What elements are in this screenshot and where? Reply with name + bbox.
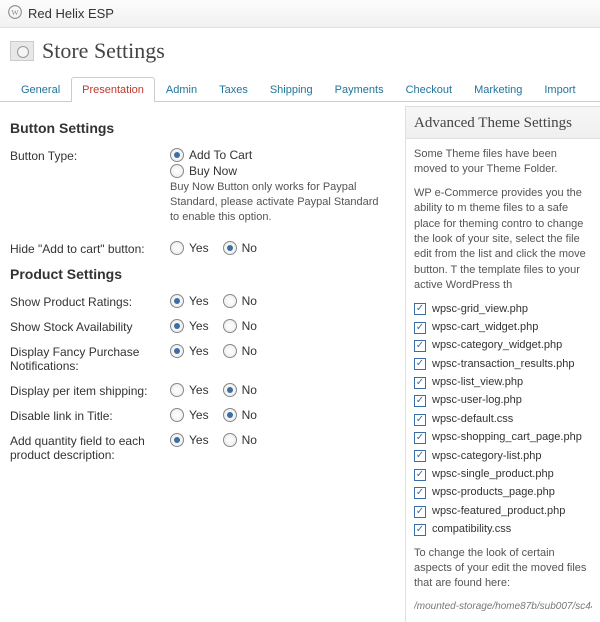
advanced-path: /mounted-storage/home87b/sub007/sc44508- xyxy=(414,600,592,614)
stockAvail-yes[interactable] xyxy=(170,319,184,333)
theme-file-row: wpsc-grid_view.php xyxy=(414,302,592,317)
file-name: wpsc-category-list.php xyxy=(432,449,541,464)
file-checkbox[interactable] xyxy=(414,303,426,315)
disableLink-label: Disable link in Title: xyxy=(10,408,170,423)
hide-atc-no[interactable] xyxy=(223,241,237,255)
stockAvail-label: Show Stock Availability xyxy=(10,319,170,334)
theme-file-row: wpsc-cart_widget.php xyxy=(414,320,592,335)
hide-atc-yes[interactable] xyxy=(170,241,184,255)
hide-add-to-cart-row: Hide "Add to cart" button: Yes No xyxy=(10,241,397,256)
advanced-theme-heading: Advanced Theme Settings xyxy=(406,106,600,139)
advanced-theme-panel: Advanced Theme Settings Some Theme files… xyxy=(405,106,600,622)
product-row-stockAvail: Show Stock AvailabilityYesNo xyxy=(10,319,397,334)
file-name: wpsc-list_view.php xyxy=(432,375,523,390)
file-checkbox[interactable] xyxy=(414,322,426,334)
radio-add-to-cart-label: Add To Cart xyxy=(189,148,252,162)
theme-file-row: wpsc-shopping_cart_page.php xyxy=(414,430,592,445)
wordpress-logo-icon: W xyxy=(8,5,22,22)
file-name: wpsc-shopping_cart_page.php xyxy=(432,430,582,445)
button-type-note: Buy Now Button only works for Paypal Sta… xyxy=(170,180,380,225)
svg-text:W: W xyxy=(11,8,19,17)
theme-file-row: wpsc-single_product.php xyxy=(414,467,592,482)
theme-file-row: wpsc-default.css xyxy=(414,412,592,427)
site-name[interactable]: Red Helix ESP xyxy=(28,6,114,21)
file-checkbox[interactable] xyxy=(414,358,426,370)
tab-presentation[interactable]: Presentation xyxy=(71,77,155,102)
tab-general[interactable]: General xyxy=(10,77,71,102)
radio-buy-now[interactable] xyxy=(170,164,184,178)
file-checkbox[interactable] xyxy=(414,506,426,518)
theme-file-row: wpsc-list_view.php xyxy=(414,375,592,390)
file-name: wpsc-grid_view.php xyxy=(432,302,528,317)
disableLink-no[interactable] xyxy=(223,408,237,422)
product-row-perItemShip: Display per item shipping:YesNo xyxy=(10,383,397,398)
file-checkbox[interactable] xyxy=(414,432,426,444)
tab-import[interactable]: Import xyxy=(533,77,586,102)
file-name: wpsc-category_widget.php xyxy=(432,338,562,353)
product-row-qtyField: Add quantity field to each product descr… xyxy=(10,433,397,462)
theme-file-row: wpsc-category_widget.php xyxy=(414,338,592,353)
radio-buy-now-label: Buy Now xyxy=(189,164,237,178)
file-checkbox[interactable] xyxy=(414,524,426,536)
advanced-intro-1: Some Theme files have been moved to your… xyxy=(414,147,592,178)
theme-file-row: compatibility.css xyxy=(414,522,592,537)
showRatings-yes[interactable] xyxy=(170,294,184,308)
button-type-row: Button Type: Add To Cart Buy Now Buy Now… xyxy=(10,148,397,225)
file-name: wpsc-products_page.php xyxy=(432,485,555,500)
perItemShip-yes[interactable] xyxy=(170,383,184,397)
tab-checkout[interactable]: Checkout xyxy=(395,77,463,102)
tab-marketing[interactable]: Marketing xyxy=(463,77,533,102)
theme-file-row: wpsc-products_page.php xyxy=(414,485,592,500)
hide-add-to-cart-label: Hide "Add to cart" button: xyxy=(10,241,170,256)
file-name: wpsc-single_product.php xyxy=(432,467,554,482)
disableLink-yes[interactable] xyxy=(170,408,184,422)
product-row-fancyNotif: Display Fancy Purchase Notifications:Yes… xyxy=(10,344,397,373)
button-type-label: Button Type: xyxy=(10,148,170,225)
advanced-intro-2: WP e-Commerce provides you the ability t… xyxy=(414,186,592,294)
fancyNotif-yes[interactable] xyxy=(170,344,184,358)
store-settings-icon xyxy=(10,41,34,61)
product-row-showRatings: Show Product Ratings:YesNo xyxy=(10,294,397,309)
qtyField-yes[interactable] xyxy=(170,433,184,447)
file-name: wpsc-transaction_results.php xyxy=(432,357,574,372)
perItemShip-label: Display per item shipping: xyxy=(10,383,170,398)
qtyField-no[interactable] xyxy=(223,433,237,447)
theme-file-row: wpsc-transaction_results.php xyxy=(414,357,592,372)
page-header: Store Settings xyxy=(0,28,600,68)
qtyField-label: Add quantity field to each product descr… xyxy=(10,433,170,462)
button-settings-heading: Button Settings xyxy=(10,120,397,136)
showRatings-label: Show Product Ratings: xyxy=(10,294,170,309)
perItemShip-no[interactable] xyxy=(223,383,237,397)
file-name: compatibility.css xyxy=(432,522,511,537)
settings-tabs: GeneralPresentationAdminTaxesShippingPay… xyxy=(0,76,600,102)
tab-admin[interactable]: Admin xyxy=(155,77,208,102)
file-checkbox[interactable] xyxy=(414,340,426,352)
theme-file-row: wpsc-featured_product.php xyxy=(414,504,592,519)
file-checkbox[interactable] xyxy=(414,450,426,462)
theme-file-row: wpsc-user-log.php xyxy=(414,393,592,408)
file-checkbox[interactable] xyxy=(414,377,426,389)
tab-shipping[interactable]: Shipping xyxy=(259,77,324,102)
fancyNotif-label: Display Fancy Purchase Notifications: xyxy=(10,344,170,373)
theme-file-row: wpsc-category-list.php xyxy=(414,449,592,464)
stockAvail-no[interactable] xyxy=(223,319,237,333)
file-name: wpsc-default.css xyxy=(432,412,513,427)
product-settings-heading: Product Settings xyxy=(10,266,397,282)
file-name: wpsc-cart_widget.php xyxy=(432,320,538,335)
product-row-disableLink: Disable link in Title:YesNo xyxy=(10,408,397,423)
file-name: wpsc-user-log.php xyxy=(432,393,522,408)
file-checkbox[interactable] xyxy=(414,487,426,499)
fancyNotif-no[interactable] xyxy=(223,344,237,358)
file-checkbox[interactable] xyxy=(414,414,426,426)
admin-bar: W Red Helix ESP xyxy=(0,0,600,28)
tab-taxes[interactable]: Taxes xyxy=(208,77,259,102)
file-checkbox[interactable] xyxy=(414,469,426,481)
page-title: Store Settings xyxy=(42,38,165,64)
file-checkbox[interactable] xyxy=(414,395,426,407)
file-name: wpsc-featured_product.php xyxy=(432,504,565,519)
showRatings-no[interactable] xyxy=(223,294,237,308)
radio-add-to-cart[interactable] xyxy=(170,148,184,162)
tab-payments[interactable]: Payments xyxy=(324,77,395,102)
